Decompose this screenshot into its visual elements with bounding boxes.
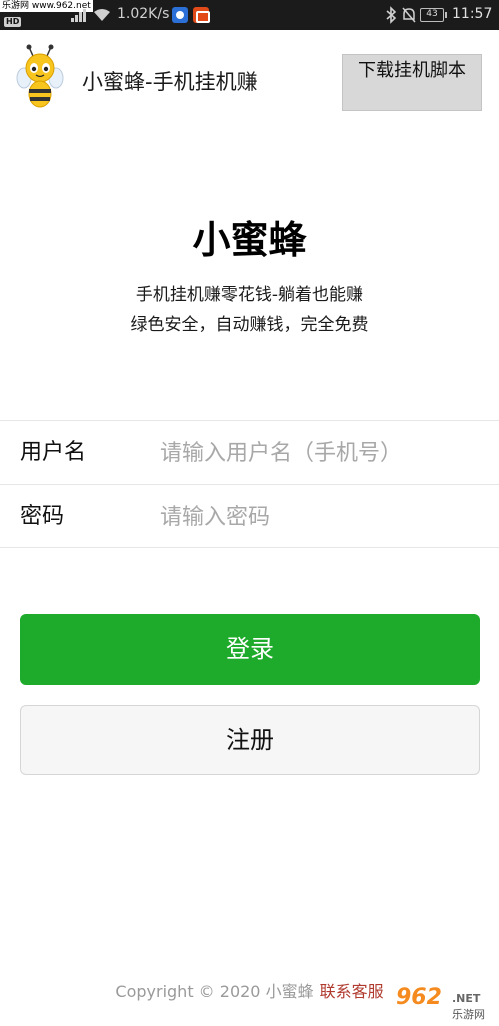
login-button[interactable]: 登录 — [20, 614, 480, 685]
watermark-site-name: 乐游网 — [452, 1008, 485, 1021]
brand-title: 小蜜蜂 — [192, 218, 307, 262]
bluetooth-icon — [386, 6, 397, 24]
app-title: 小蜜蜂-手机挂机赚 — [82, 70, 258, 94]
battery-indicator: 43 — [420, 8, 447, 22]
status-bar: 乐游网 www.962.net HD 1.02K/s 43 11:57 — [0, 0, 499, 30]
hd-badge: HD — [4, 17, 22, 27]
notification-app-icon-2 — [193, 7, 210, 23]
password-row: 密码 — [0, 484, 499, 548]
mute-bell-icon — [402, 7, 416, 23]
copyright-text: Copyright © 2020 小蜜蜂 — [115, 982, 314, 1001]
wifi-icon — [94, 9, 110, 21]
signal-icon — [71, 9, 86, 22]
username-label: 用户名 — [20, 440, 87, 465]
site-watermark: 962 .NET 乐游网 — [392, 986, 496, 1022]
brand-subtitle-1: 手机挂机赚零花钱-躺着也能赚 — [135, 285, 364, 305]
clock: 11:57 — [452, 6, 493, 22]
register-button[interactable]: 注册 — [20, 705, 480, 775]
app-header: 小蜜蜂-手机挂机赚 下载挂机脚本 — [0, 30, 499, 120]
watermark-net: .NET — [452, 992, 481, 1005]
notification-app-icon — [172, 7, 188, 23]
download-script-button[interactable]: 下载挂机脚本 — [342, 54, 482, 111]
username-input[interactable] — [160, 435, 480, 471]
contact-support-link[interactable]: 联系客服 — [320, 982, 384, 1001]
password-input[interactable] — [160, 499, 480, 535]
username-row: 用户名 — [0, 420, 499, 484]
network-speed: 1.02K/s — [117, 6, 170, 22]
password-label: 密码 — [20, 504, 65, 529]
brand-subtitle-2: 绿色安全，自动赚钱，完全免费 — [130, 315, 369, 335]
bee-logo-icon — [16, 44, 64, 108]
watermark-number: 962 — [396, 985, 442, 1010]
